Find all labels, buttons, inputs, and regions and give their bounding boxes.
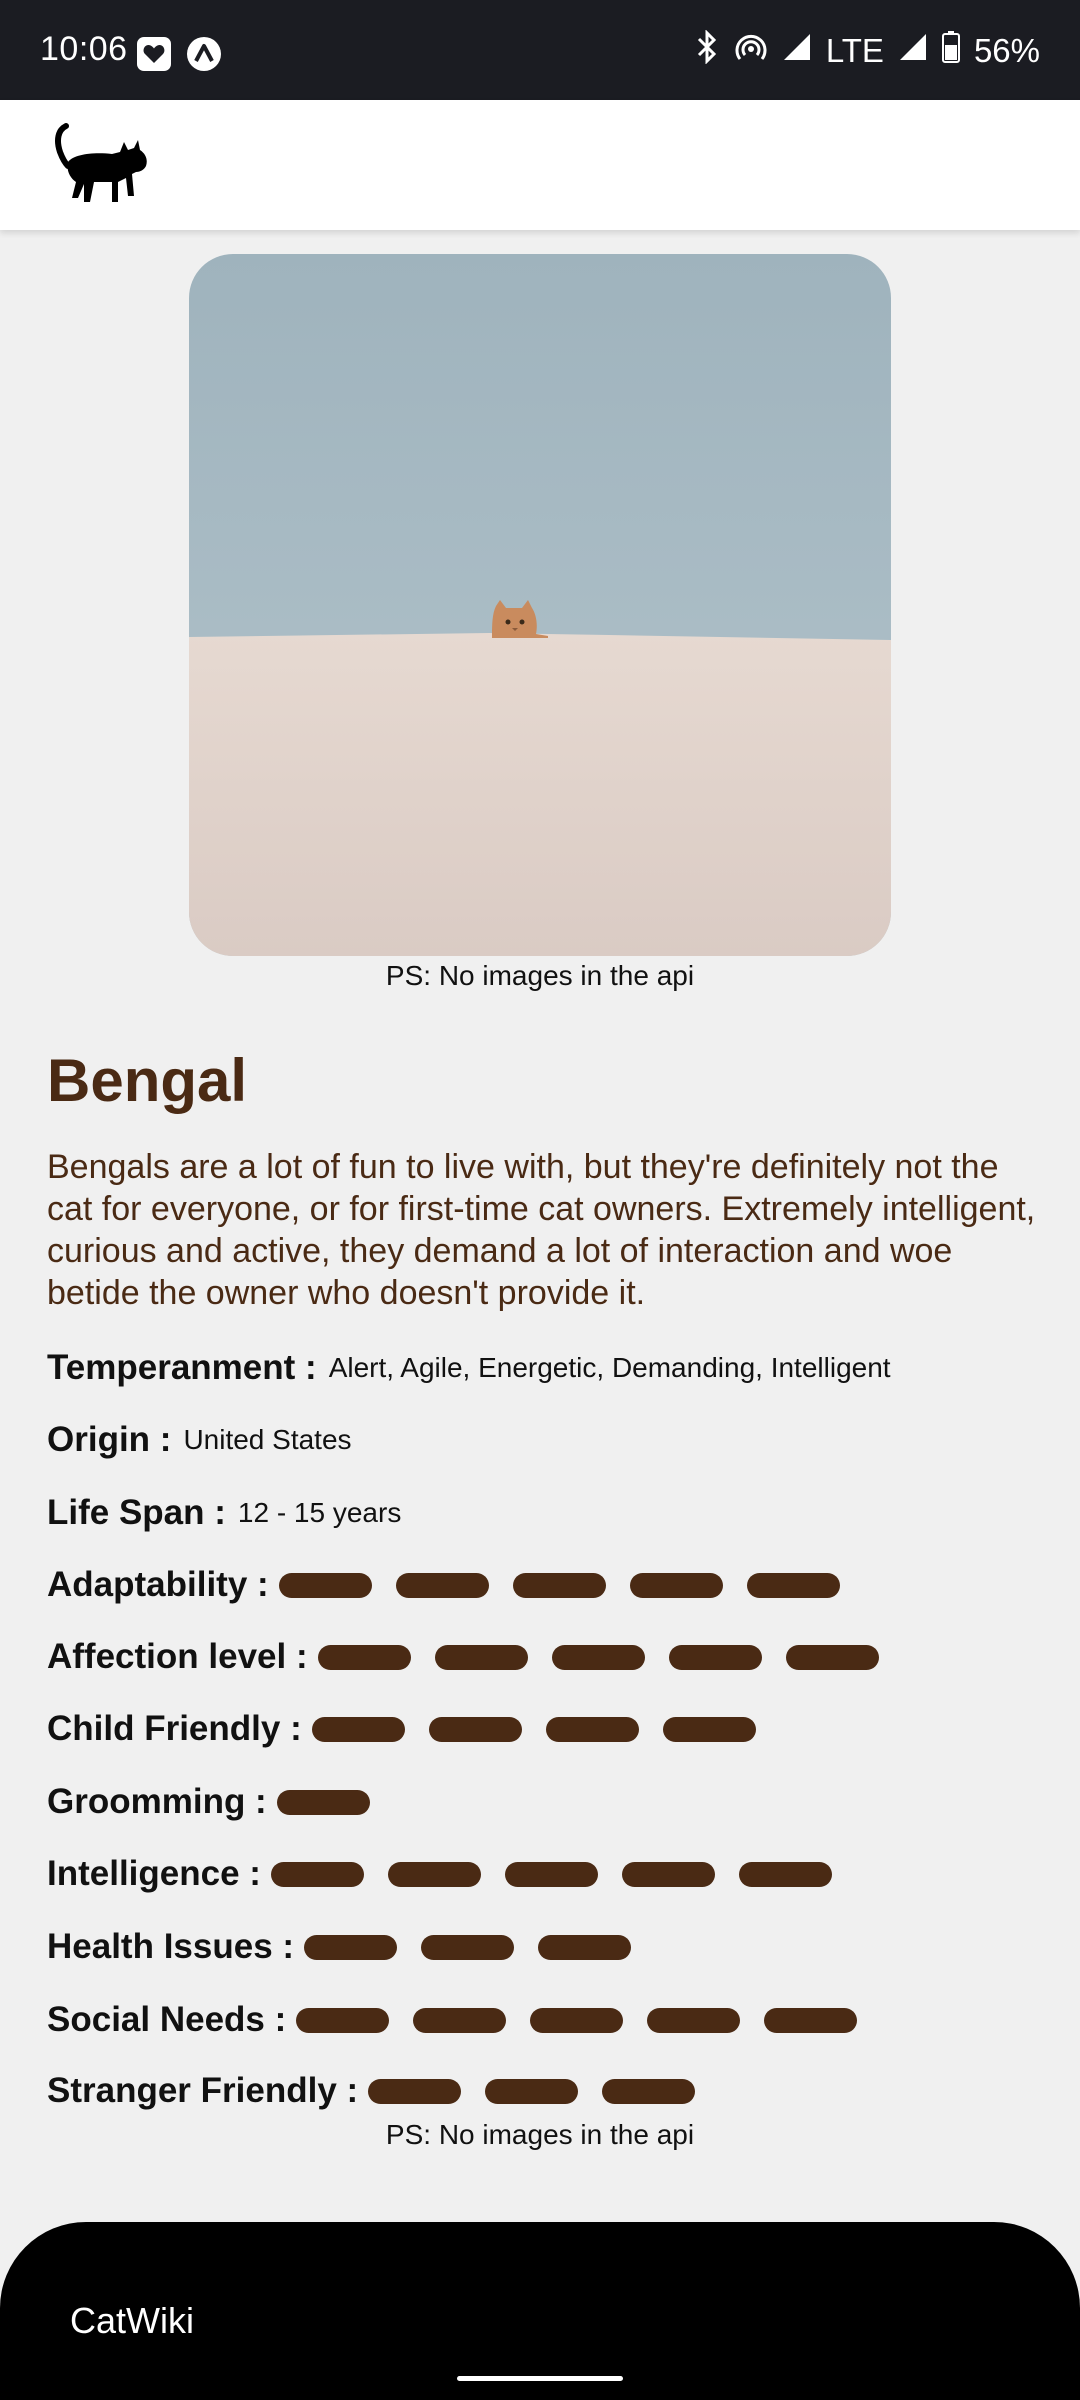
rating-pill bbox=[485, 2078, 579, 2104]
footer-caption: PS: No images in the api bbox=[385, 2119, 695, 2150]
app-bar bbox=[0, 100, 1080, 230]
rating-pills bbox=[368, 2078, 696, 2104]
notification-icons bbox=[136, 36, 222, 77]
rating-pill bbox=[311, 1716, 405, 1742]
rating-pills bbox=[304, 1934, 632, 1960]
rating-row-intelligence: Intelligence : bbox=[47, 1849, 832, 1899]
rating-label: Adaptability : bbox=[47, 1565, 269, 1604]
lifespan-value: 12 - 15 years bbox=[237, 1497, 402, 1528]
image-caption: PS: No images in the api bbox=[385, 960, 695, 991]
bottom-bar: CatWiki bbox=[0, 2222, 1080, 2400]
cat-logo-icon[interactable] bbox=[54, 122, 158, 208]
rating-pill bbox=[368, 2078, 462, 2104]
temperament-label: Temperanment : bbox=[47, 1348, 317, 1387]
rating-pill bbox=[428, 1716, 522, 1742]
rating-pill bbox=[278, 1572, 372, 1598]
rating-row-adaptability: Adaptability : bbox=[47, 1560, 840, 1610]
rating-row-affection: Affection level : bbox=[47, 1632, 879, 1682]
network-type: LTE bbox=[825, 32, 884, 69]
rating-pill bbox=[662, 1716, 756, 1742]
rating-pill bbox=[738, 1861, 832, 1887]
battery-icon bbox=[941, 31, 960, 71]
rating-pill bbox=[413, 2007, 507, 2033]
rating-pill bbox=[512, 1572, 606, 1598]
hotspot-icon bbox=[734, 30, 768, 72]
rating-label: Child Friendly : bbox=[47, 1709, 302, 1748]
rating-row-social-needs: Social Needs : bbox=[47, 1995, 858, 2045]
rating-pill bbox=[764, 2007, 858, 2033]
rating-pill bbox=[395, 1572, 489, 1598]
breed-description: Bengals are a lot of fun to live with, b… bbox=[47, 1148, 1036, 1312]
rating-pill bbox=[538, 1934, 632, 1960]
rating-pill bbox=[602, 2078, 696, 2104]
rating-label: Social Needs : bbox=[47, 2000, 287, 2039]
origin-row: Origin : United States bbox=[47, 1415, 352, 1465]
rating-label: Groomming : bbox=[47, 1782, 267, 1821]
rating-pill bbox=[504, 1861, 598, 1887]
rating-pill bbox=[304, 1934, 398, 1960]
lifespan-row: Life Span : 12 - 15 years bbox=[47, 1488, 401, 1538]
signal-icon bbox=[898, 32, 928, 70]
rating-pill bbox=[421, 1934, 515, 1960]
origin-label: Origin : bbox=[47, 1420, 172, 1459]
bottom-bar-title[interactable]: CatWiki bbox=[70, 2300, 194, 2342]
rating-pill bbox=[530, 2007, 624, 2033]
rating-pills bbox=[278, 1572, 840, 1598]
rating-pill bbox=[746, 1572, 840, 1598]
rating-label: Intelligence : bbox=[47, 1854, 261, 1893]
rating-label: Stranger Friendly : bbox=[47, 2071, 359, 2110]
rating-pill bbox=[545, 1716, 639, 1742]
status-time: 10:06 bbox=[40, 30, 128, 68]
rating-pills bbox=[311, 1716, 756, 1742]
rating-pill bbox=[296, 2007, 390, 2033]
rating-pills bbox=[276, 1789, 370, 1815]
rating-pill bbox=[434, 1644, 528, 1670]
origin-value: United States bbox=[183, 1424, 352, 1455]
status-right-group: LTE 56% bbox=[694, 29, 1040, 72]
temperament-value: Alert, Agile, Energetic, Demanding, Inte… bbox=[328, 1352, 891, 1383]
heart-notification-icon bbox=[136, 36, 172, 77]
signal-icon bbox=[782, 32, 812, 70]
rating-label: Affection level : bbox=[47, 1637, 308, 1676]
battery-percent: 56% bbox=[973, 32, 1040, 69]
rating-pills bbox=[317, 1644, 879, 1670]
rating-pill bbox=[317, 1644, 411, 1670]
lifespan-label: Life Span : bbox=[47, 1493, 226, 1532]
rating-pills bbox=[270, 1861, 832, 1887]
rating-row-grooming: Groomming : bbox=[47, 1777, 370, 1827]
status-bar: 10:06 LTE 56% bbox=[0, 0, 1080, 100]
rating-pill bbox=[785, 1644, 879, 1670]
bluetooth-icon bbox=[694, 29, 720, 72]
rating-pill bbox=[621, 1861, 715, 1887]
rating-pill bbox=[629, 1572, 723, 1598]
temperament-row: Temperanment : Alert, Agile, Energetic, … bbox=[47, 1343, 891, 1393]
rating-row-health-issues: Health Issues : bbox=[47, 1922, 632, 1972]
rating-pill bbox=[647, 2007, 741, 2033]
rating-row-stranger-friendly: Stranger Friendly : bbox=[47, 2066, 696, 2116]
arrow-notification-icon bbox=[186, 36, 222, 77]
cat-hero-image bbox=[189, 254, 891, 956]
rating-row-child-friendly: Child Friendly : bbox=[47, 1704, 756, 1754]
rating-pill bbox=[276, 1789, 370, 1815]
rating-pill bbox=[270, 1861, 364, 1887]
rating-pill bbox=[668, 1644, 762, 1670]
rating-pills bbox=[296, 2007, 858, 2033]
home-indicator[interactable] bbox=[457, 2376, 623, 2381]
breed-name: Bengal bbox=[47, 1047, 248, 1114]
rating-pill bbox=[551, 1644, 645, 1670]
rating-label: Health Issues : bbox=[47, 1927, 295, 1966]
rating-pill bbox=[387, 1861, 481, 1887]
